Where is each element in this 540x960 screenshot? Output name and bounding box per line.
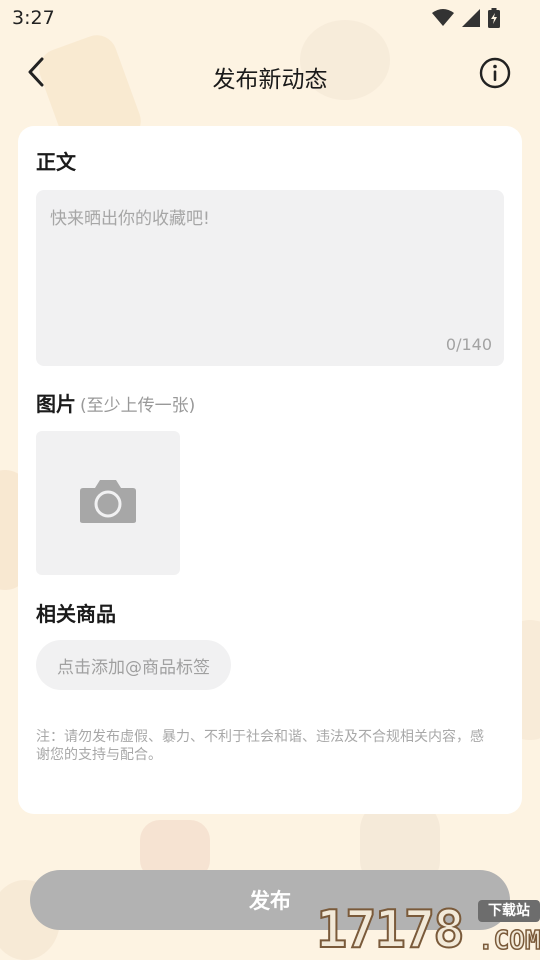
cellular-signal-icon <box>462 9 480 27</box>
char-counter: 0/140 <box>445 335 492 354</box>
body-text-input[interactable] <box>36 190 504 366</box>
battery-charging-icon <box>488 8 500 28</box>
photo-upload-button[interactable] <box>36 431 180 575</box>
site-watermark-logo: 17178 下载站 .COM <box>315 896 540 960</box>
status-time: 3:27 <box>12 7 55 29</box>
camera-icon <box>79 478 137 528</box>
info-circle-icon <box>479 57 511 93</box>
watermark-domain: .COM <box>477 925 540 957</box>
nav-bar: 发布新动态 <box>0 44 540 104</box>
add-goods-tag-button[interactable]: 点击添加@商品标签 <box>36 640 231 690</box>
photo-section-hint: (至少上传一张) <box>80 396 196 416</box>
post-form-card: 正文 0/140 图片(至少上传一张) 相关商品 点击添加@商品标签 注：请勿发… <box>18 126 522 814</box>
body-textarea-container: 0/140 <box>36 190 504 366</box>
status-icons <box>432 8 500 28</box>
wifi-icon <box>432 9 454 27</box>
photo-section-label: 图片 <box>36 392 76 416</box>
info-button[interactable] <box>476 56 514 94</box>
watermark-tag: 下载站 <box>478 900 540 922</box>
photo-section-title: 图片 (至少上传一张) <box>36 388 195 417</box>
body-section-title: 正文 <box>36 150 76 174</box>
watermark-number: 17178 <box>315 899 466 960</box>
status-bar: 3:27 <box>0 0 540 36</box>
page-title: 发布新动态 <box>212 67 328 93</box>
content-notice: 注：请勿发布虚假、暴力、不利于社会和谐、违法及不合规相关内容，感谢您的支持与配合… <box>36 729 484 763</box>
goods-section-title: 相关商品 <box>36 602 116 626</box>
